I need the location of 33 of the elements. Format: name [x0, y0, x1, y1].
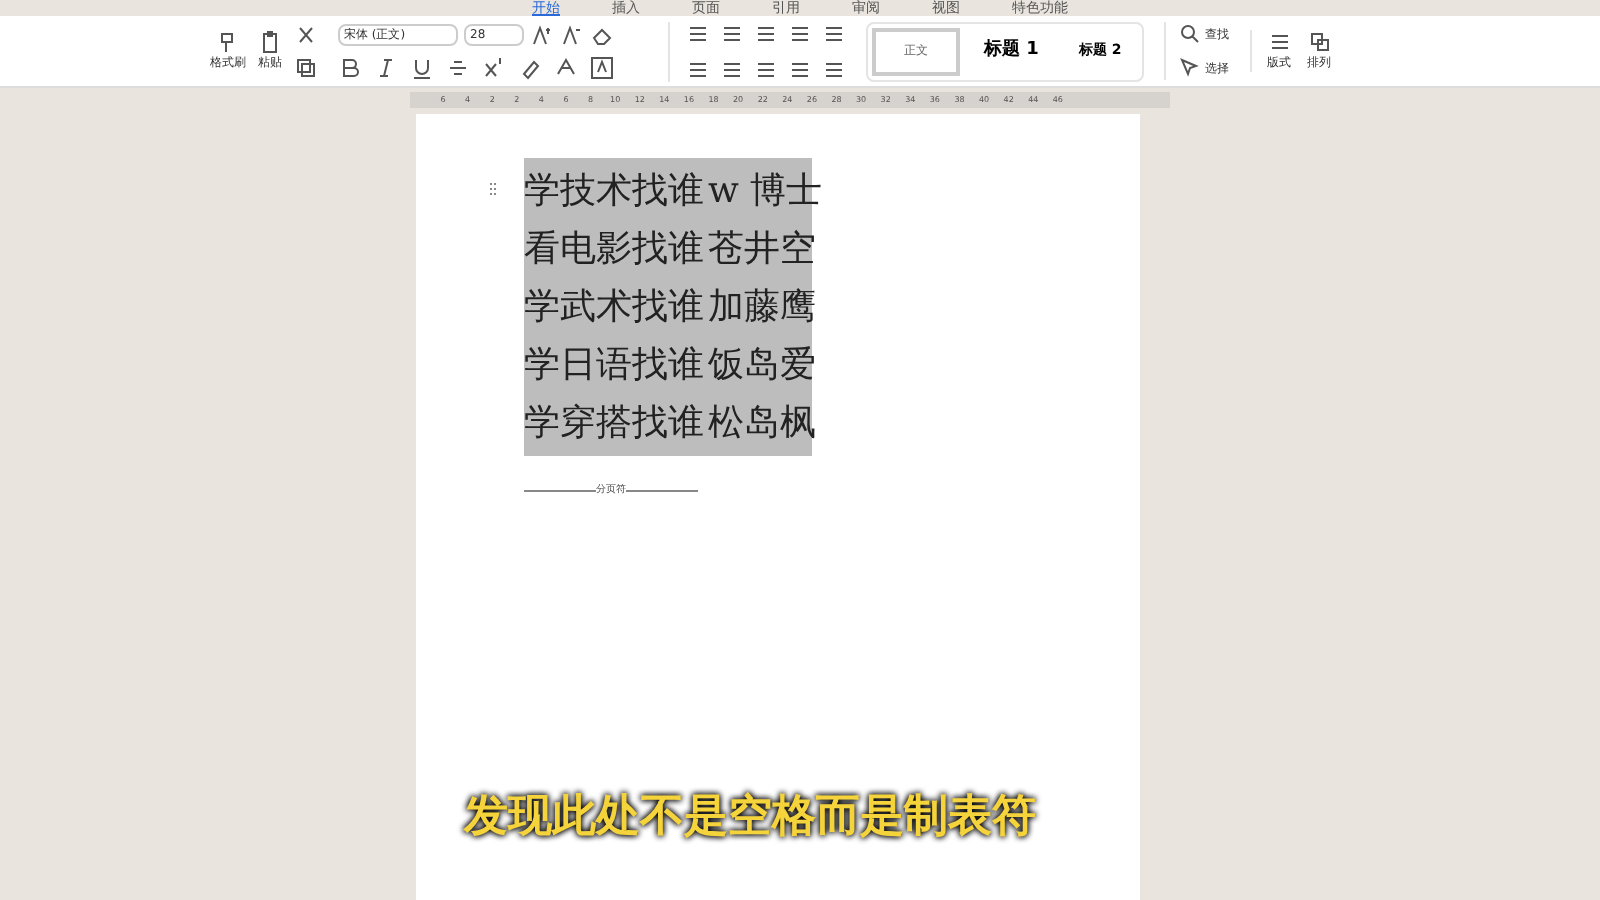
character-shading-icon[interactable] — [590, 55, 614, 79]
line-text: 看电影找谁 — [524, 229, 704, 269]
text-layout-icon[interactable] — [1267, 30, 1292, 54]
highlighter-icon[interactable] — [518, 55, 542, 79]
line-text: 松岛枫 — [708, 403, 816, 443]
grow-font-icon[interactable] — [530, 23, 554, 47]
copy-icon[interactable] — [294, 55, 318, 79]
line-text: 学穿搭找谁 — [524, 403, 704, 443]
cursor-icon[interactable] — [1177, 56, 1202, 80]
underline-icon[interactable] — [410, 55, 434, 79]
line-text: 学技术找谁 — [524, 171, 704, 211]
line-text: 加藤鹰 — [708, 287, 816, 327]
scissors-icon[interactable] — [294, 23, 318, 47]
line-text: 苍井空 — [708, 229, 816, 269]
strikethrough-icon[interactable] — [446, 55, 470, 79]
superscript-icon[interactable] — [482, 55, 506, 79]
shrink-font-icon[interactable] — [560, 23, 584, 47]
arrange-icon[interactable] — [1307, 30, 1332, 54]
bold-icon[interactable] — [338, 55, 362, 79]
line-text: 饭岛爱 — [708, 345, 816, 385]
bullets-icon[interactable] — [686, 21, 710, 45]
paragraph-handle-icon[interactable] — [488, 182, 498, 196]
font-color-icon[interactable] — [554, 55, 578, 79]
italic-icon[interactable] — [374, 55, 398, 79]
search-icon[interactable] — [1177, 22, 1202, 46]
line-text: 学武术找谁 — [524, 287, 704, 327]
line-text: w 博士 — [708, 171, 823, 211]
justify-icon[interactable] — [788, 57, 812, 81]
style-preset[interactable]: 标题 1 — [968, 27, 1055, 75]
clipboard-icon[interactable] — [258, 30, 282, 54]
line-text: 学日语找谁 — [524, 345, 704, 385]
video-caption: 发现此处不是空格而是制表符 — [464, 790, 1036, 846]
align-left-icon[interactable] — [686, 57, 710, 81]
